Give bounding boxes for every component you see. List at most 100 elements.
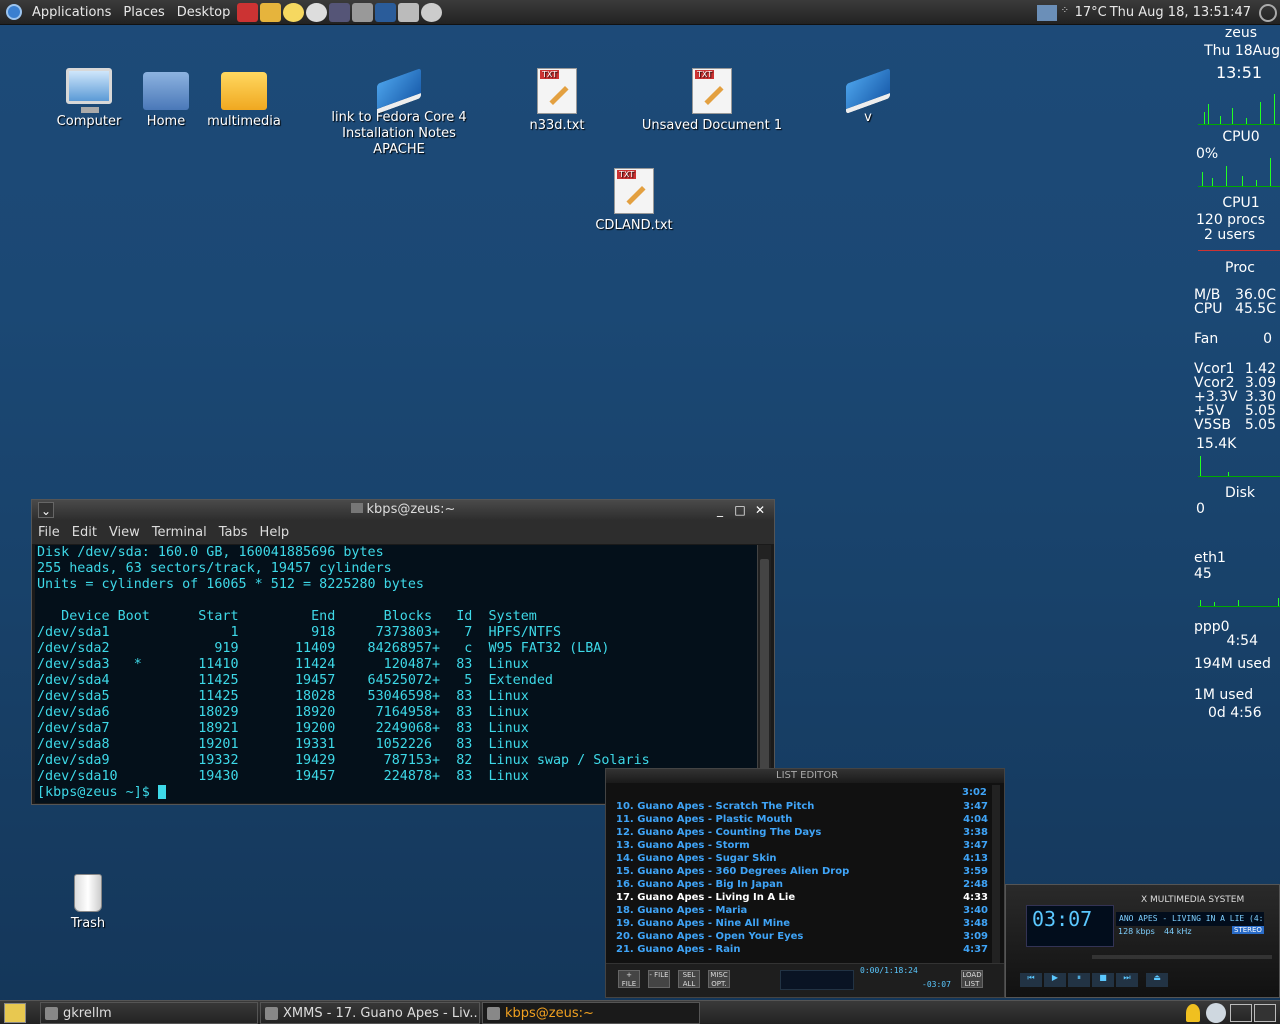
- workspace-1[interactable]: [1230, 1004, 1252, 1022]
- playlist-item[interactable]: 13. Guano Apes - Storm 3:47: [616, 839, 988, 852]
- remove-file-button[interactable]: - FILE: [648, 970, 670, 988]
- disk-graph: [1198, 449, 1280, 477]
- play-media-icon[interactable]: [1206, 1003, 1226, 1023]
- uptime: 0d 4:56: [1208, 705, 1262, 721]
- playlist-item[interactable]: 18. Guano Apes - Maria 3:40: [616, 904, 988, 917]
- menu-tabs[interactable]: Tabs: [213, 525, 254, 540]
- network-icon[interactable]: [1036, 4, 1057, 21]
- weather-icon[interactable]: ⁘: [1061, 5, 1071, 21]
- playlist-scrollbar[interactable]: [992, 785, 1000, 965]
- fedora-logo-icon[interactable]: [6, 4, 22, 20]
- applications-menu[interactable]: Applications: [26, 0, 117, 25]
- playlist-item-title: 19. Guano Apes - Nine All Mine: [616, 918, 791, 929]
- minimize-button[interactable]: _: [712, 502, 728, 518]
- launcher-editor-icon[interactable]: [398, 2, 420, 22]
- xmms-title: X MULTIMEDIA SYSTEM: [1141, 895, 1245, 905]
- xmms-time[interactable]: 03:07: [1032, 907, 1092, 931]
- playlist-item[interactable]: 17. Guano Apes - Living In A Lie 4:33: [616, 891, 988, 904]
- playlist-list[interactable]: 10. Guano Apes - Scratch The Pitch 3:47 11…: [616, 800, 988, 956]
- system-tray: ⁘ 17°C Thu Aug 18, 13:51:47: [1036, 0, 1280, 25]
- xmms-seek-bar[interactable]: [1092, 955, 1272, 959]
- notification-icon[interactable]: [1186, 1004, 1200, 1022]
- menu-file[interactable]: File: [32, 525, 66, 540]
- load-list-button[interactable]: LOAD LIST: [961, 970, 983, 988]
- terminal-titlebar[interactable]: ⌄ kbps@zeus:~ _ □ ✕: [32, 500, 774, 520]
- temperature[interactable]: 17°C: [1075, 5, 1107, 20]
- playlist-item[interactable]: 11. Guano Apes - Plastic Mouth 4:04: [616, 813, 988, 826]
- desktop-menu[interactable]: Desktop: [171, 0, 237, 25]
- launcher-gaim-icon[interactable]: [283, 2, 305, 22]
- desktop-icon-trash[interactable]: Trash: [58, 874, 118, 932]
- launcher-screenshot-icon[interactable]: [421, 2, 443, 22]
- memory-used: 194M used: [1194, 656, 1271, 672]
- power-icon[interactable]: [1259, 3, 1277, 22]
- menu-terminal[interactable]: Terminal: [146, 525, 213, 540]
- add-file-button[interactable]: + FILE: [618, 970, 640, 988]
- window-menu-icon[interactable]: ⌄: [38, 502, 54, 518]
- launcher-xmms-icon[interactable]: [329, 2, 351, 22]
- select-all-button[interactable]: SEL ALL: [678, 970, 700, 988]
- task-xmms[interactable]: XMMS - 17. Guano Apes - Liv...: [260, 1001, 480, 1024]
- maximize-button[interactable]: □: [732, 502, 748, 518]
- workspace-2[interactable]: [1254, 1004, 1276, 1022]
- launcher-misc-icon[interactable]: [352, 2, 374, 22]
- playlist-item[interactable]: 19. Guano Apes - Nine All Mine 3:48: [616, 917, 988, 930]
- playlist-item[interactable]: 15. Guano Apes - 360 Degrees Alien Drop 3…: [616, 865, 988, 878]
- pause-icon[interactable]: ⏸: [1068, 973, 1090, 987]
- stop-icon[interactable]: ■: [1092, 973, 1114, 987]
- desktop-icon-computer[interactable]: Computer: [52, 68, 126, 130]
- menu-help[interactable]: Help: [254, 525, 296, 540]
- terminal-scrollbar[interactable]: [757, 545, 771, 803]
- task-terminal[interactable]: kbps@zeus:~: [482, 1001, 700, 1024]
- playlist-item[interactable]: 12. Guano Apes - Counting The Days 3:38: [616, 826, 988, 839]
- terminal-output[interactable]: Disk /dev/sda: 160.0 GB, 160041885696 by…: [35, 545, 757, 803]
- playlist-item[interactable]: 20. Guano Apes - Open Your Eyes 3:09: [616, 930, 988, 943]
- launcher-terminal-icon[interactable]: [375, 2, 397, 22]
- desktop-icon-unsaved-document[interactable]: Unsaved Document 1: [640, 68, 784, 134]
- xmms-song-title[interactable]: ANO APES - LIVING IN A LIE (4:3: [1116, 912, 1264, 926]
- cpu1-label: CPU1: [1222, 195, 1260, 211]
- clock[interactable]: Thu Aug 18, 13:51:47: [1110, 5, 1251, 20]
- cpu-temp: CPU 45.5C: [1194, 301, 1276, 317]
- computer-icon: [66, 68, 112, 113]
- desktop-icon-home[interactable]: Home: [132, 72, 200, 130]
- desktop-icon-fedora-notes[interactable]: link to Fedora Core 4 Installation Notes…: [330, 67, 468, 158]
- launcher-browser-icon[interactable]: [260, 2, 282, 22]
- playlist-item-title: 21. Guano Apes - Rain: [616, 944, 741, 955]
- menu-view[interactable]: View: [103, 525, 146, 540]
- desktop-icon-cdland[interactable]: CDLAND.txt: [592, 168, 676, 234]
- prev-icon[interactable]: ⏮: [1020, 973, 1042, 987]
- play-icon[interactable]: ▶: [1044, 973, 1066, 987]
- playlist-item[interactable]: 21. Guano Apes - Rain 4:37: [616, 943, 988, 956]
- shell-prompt: [kbps@zeus ~]$: [37, 785, 158, 800]
- folder-icon: [221, 72, 267, 110]
- desktop-icon-v[interactable]: v: [838, 67, 898, 126]
- misc-options-button[interactable]: MISC OPT.: [708, 970, 730, 988]
- playlist-item[interactable]: 16. Guano Apes - Big In Japan 2:48: [616, 878, 988, 891]
- places-menu[interactable]: Places: [117, 0, 170, 25]
- task-gkrellm[interactable]: gkrellm: [40, 1001, 258, 1024]
- menu-edit[interactable]: Edit: [66, 525, 103, 540]
- terminal-title: kbps@zeus:~: [366, 502, 456, 517]
- gkrellm-panel[interactable]: zeus Thu 18Aug 13:51 CPU0 0% CPU1 120 pr…: [1190, 25, 1280, 745]
- disk-label: Disk: [1224, 485, 1256, 501]
- cpu0-graph: [1198, 89, 1280, 125]
- gk-date: Thu 18Aug: [1204, 43, 1280, 59]
- terminal-window[interactable]: ⌄ kbps@zeus:~ _ □ ✕ File Edit View Termi…: [31, 499, 775, 805]
- launcher-cd-icon[interactable]: [306, 2, 328, 22]
- launcher-gkrellm-icon[interactable]: [237, 2, 259, 22]
- xmms-main-window[interactable]: X MULTIMEDIA SYSTEM 03:07 ANO APES - LIV…: [1005, 884, 1280, 998]
- playlist-item[interactable]: 14. Guano Apes - Sugar Skin 4:13: [616, 852, 988, 865]
- desktop-icon-multimedia[interactable]: multimedia: [204, 72, 284, 130]
- desktop-icon-n33d[interactable]: n33d.txt: [520, 68, 594, 134]
- playlist-item[interactable]: 10. Guano Apes - Scratch The Pitch 3:47: [616, 800, 988, 813]
- eth1-value: 45: [1194, 566, 1212, 582]
- xmms-playlist-window[interactable]: LIST EDITOR 3:02 10. Guano Apes - Scratc…: [605, 768, 1005, 998]
- playlist-item-duration: 3:48: [963, 918, 988, 929]
- eject-icon[interactable]: ⏏: [1146, 973, 1168, 987]
- next-icon[interactable]: ⏭: [1116, 973, 1138, 987]
- trash-icon: [74, 874, 102, 912]
- xmms-stereo: STEREO: [1232, 926, 1264, 934]
- show-desktop-icon[interactable]: [4, 1002, 26, 1023]
- close-button[interactable]: ✕: [752, 502, 768, 518]
